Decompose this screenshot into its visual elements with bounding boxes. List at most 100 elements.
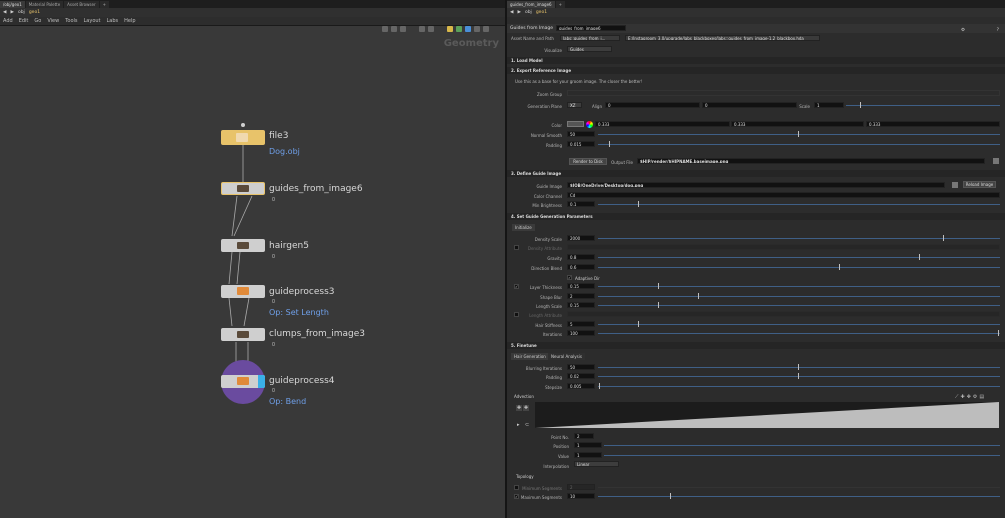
asset-path-field[interactable]: E:/Instagroom_3.0/upgrade/labs_blackboxe… xyxy=(625,35,820,41)
gear-icon[interactable]: ⚙ xyxy=(961,26,965,35)
blurring-field[interactable]: 50 xyxy=(567,364,595,370)
section-export-reference[interactable]: 2. Export Reference Image xyxy=(507,67,1005,74)
padding-slider[interactable] xyxy=(598,144,1000,145)
visualize-select[interactable]: Guides xyxy=(567,46,612,52)
hair-stiffness-knob[interactable] xyxy=(638,321,639,327)
direction-blend-slider[interactable] xyxy=(598,267,1000,268)
asset-name-field[interactable]: labs::guides_from_i... xyxy=(560,35,620,41)
iterations-knob[interactable] xyxy=(998,330,999,336)
tab-hair-generation[interactable]: Hair Generation xyxy=(511,353,549,360)
path-geo1[interactable]: geo1 xyxy=(536,10,547,15)
density-scale-field[interactable]: 2000 xyxy=(567,235,595,241)
tab-guides-from-image6[interactable]: guides_from_image6 xyxy=(507,0,555,8)
adaptive-dir-checkbox[interactable]: ✓ xyxy=(567,275,572,280)
section-guide-params[interactable]: 4. Set Guide Generation Parameters xyxy=(507,213,1005,220)
direction-blend-knob[interactable] xyxy=(839,264,840,270)
section-define-guide[interactable]: 3. Define Guide Image xyxy=(507,170,1005,177)
align-x-field[interactable]: 0 xyxy=(605,102,700,108)
density-attr-field[interactable] xyxy=(567,244,1000,250)
advection-ramp[interactable] xyxy=(535,402,999,428)
min-segments-field[interactable]: 2 xyxy=(567,484,595,490)
ramp-add-button[interactable]: ✚ xyxy=(516,405,522,411)
ramp-remove-button[interactable]: ✚ xyxy=(523,405,529,411)
shape-blur-slider[interactable] xyxy=(598,296,1000,297)
length-attr-field[interactable] xyxy=(567,311,1000,317)
scale-slider-knob[interactable] xyxy=(860,102,861,108)
align-y-field[interactable]: 0 xyxy=(702,102,797,108)
density-scale-slider[interactable] xyxy=(598,238,1000,239)
color-channel-field[interactable]: Cd xyxy=(567,192,1000,198)
normal-smooth-slider[interactable] xyxy=(598,134,1000,135)
shape-blur-field[interactable]: 2 xyxy=(567,293,595,299)
render-to-disk-button[interactable]: Render to Disk xyxy=(569,158,607,165)
color-r-field[interactable]: 0.333 xyxy=(595,121,730,127)
stepsize-knob[interactable] xyxy=(599,383,600,389)
ramp-link-icon[interactable]: ⊂ xyxy=(525,422,529,428)
zoom-group-field[interactable] xyxy=(567,90,1000,96)
padding-knob[interactable] xyxy=(609,141,610,147)
add-tab-icon[interactable]: + xyxy=(555,0,565,8)
max-segments-field[interactable]: 10 xyxy=(567,493,595,499)
node-name-field[interactable]: guides_from_image6 xyxy=(556,25,626,31)
render-flag[interactable] xyxy=(258,375,265,388)
blurring-slider[interactable] xyxy=(598,367,1000,368)
color-b-field[interactable]: 0.333 xyxy=(866,121,1000,127)
normal-smooth-knob[interactable] xyxy=(798,131,799,137)
layer-thickness-field[interactable]: 0.15 xyxy=(567,283,595,289)
help-icon[interactable]: ? xyxy=(997,26,999,35)
finetune-padding-field[interactable]: 0.02 xyxy=(567,373,595,379)
value-field[interactable]: 1 xyxy=(574,452,602,458)
normal-smooth-field[interactable]: 50 xyxy=(567,131,595,137)
finetune-padding-knob[interactable] xyxy=(798,373,799,379)
padding-field[interactable]: 0.015 xyxy=(567,141,595,147)
iterations-field[interactable]: 100 xyxy=(567,330,595,336)
direction-blend-field[interactable]: 0.6 xyxy=(567,264,595,270)
scale-slider[interactable] xyxy=(846,105,1000,106)
layer-thickness-knob[interactable] xyxy=(658,283,659,289)
min-brightness-field[interactable]: 0.1 xyxy=(567,201,595,207)
blurring-knob[interactable] xyxy=(798,364,799,370)
forward-icon[interactable]: ▶ xyxy=(517,10,520,15)
finetune-padding-slider[interactable] xyxy=(598,376,1000,377)
file-browse-icon[interactable] xyxy=(993,158,999,164)
scale-field[interactable]: 1 xyxy=(814,102,844,108)
section-finetune[interactable]: 5. Finetune xyxy=(507,342,1005,349)
guide-image-field[interactable]: $JOB/OneDrive/Desktop/dog.png xyxy=(567,182,945,188)
position-slider[interactable] xyxy=(604,445,1000,446)
max-segments-knob[interactable] xyxy=(670,493,671,499)
path-obj[interactable]: obj xyxy=(525,10,532,15)
file-browse-icon[interactable] xyxy=(952,182,958,188)
reload-image-button[interactable]: Reload Image xyxy=(963,181,996,188)
output-file-field[interactable]: $HIP/render/$HIPNAME.baseimage.png xyxy=(637,158,985,164)
min-brightness-slider[interactable] xyxy=(598,204,1000,205)
gravity-field[interactable]: 0.8 xyxy=(567,254,595,260)
shape-blur-knob[interactable] xyxy=(698,293,699,299)
max-segments-slider[interactable] xyxy=(598,496,1000,497)
node-file3-input[interactable] xyxy=(241,123,245,127)
min-brightness-knob[interactable] xyxy=(638,201,639,207)
back-icon[interactable]: ◀ xyxy=(510,10,513,15)
gravity-slider[interactable] xyxy=(598,257,1000,258)
tab-neural-analysis[interactable]: Neural Analysis xyxy=(548,353,585,360)
value-slider[interactable] xyxy=(604,455,1000,456)
density-scale-knob[interactable] xyxy=(943,235,944,241)
color-g-field[interactable]: 0.333 xyxy=(731,121,864,127)
section-load-model[interactable]: 1. Load Model xyxy=(507,57,1005,64)
color-wheel-icon[interactable] xyxy=(586,121,593,128)
initialize-tab[interactable]: Initialize xyxy=(512,224,535,231)
position-field[interactable]: 1 xyxy=(574,442,602,448)
iterations-slider[interactable] xyxy=(598,333,1000,334)
hair-stiffness-field[interactable]: 5 xyxy=(567,321,595,327)
gravity-knob[interactable] xyxy=(919,254,920,260)
length-scale-field[interactable]: 0.15 xyxy=(567,302,595,308)
ramp-left-arrow-icon[interactable]: ▸ xyxy=(517,422,520,428)
gen-plane-select[interactable]: XZ xyxy=(567,102,582,108)
color-swatch[interactable] xyxy=(567,121,584,127)
min-segments-slider[interactable] xyxy=(598,487,1000,488)
hair-stiffness-slider[interactable] xyxy=(598,324,1000,325)
stepsize-field[interactable]: 0.005 xyxy=(567,383,595,389)
interpolation-select[interactable]: Linear xyxy=(574,461,619,467)
ramp-menu-icon[interactable]: ▤ xyxy=(979,394,986,400)
point-no-field[interactable]: 2 xyxy=(574,433,594,439)
stepsize-slider[interactable] xyxy=(598,386,1000,387)
